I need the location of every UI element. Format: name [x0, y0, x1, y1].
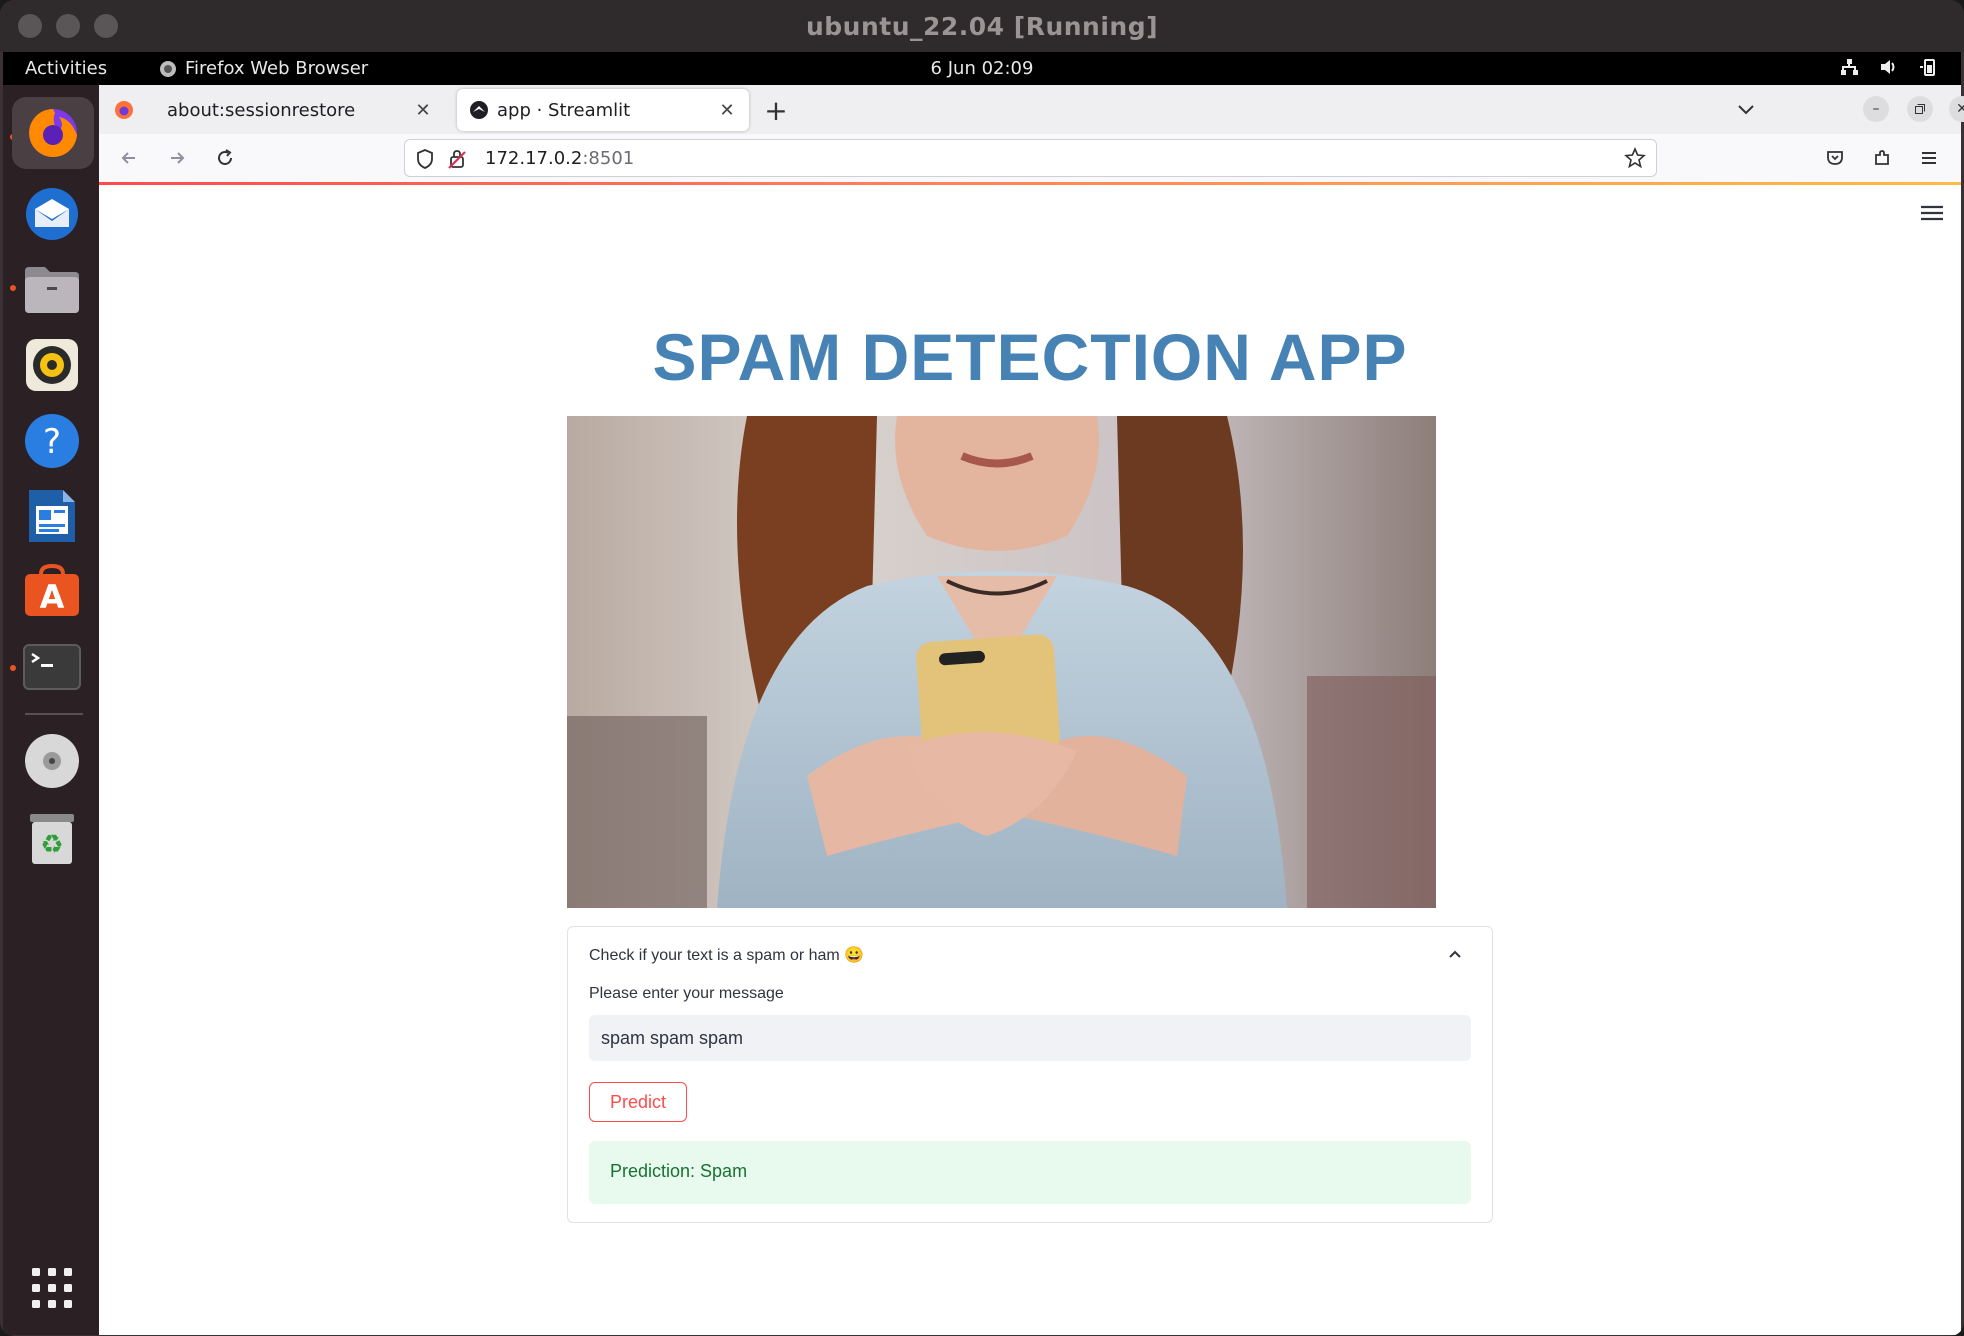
software-icon: A	[25, 564, 79, 616]
minimize-window-button[interactable]	[56, 14, 80, 38]
terminal-icon	[23, 644, 81, 690]
message-input-label: Please enter your message	[589, 985, 784, 1002]
dock: ? A ♻	[3, 85, 99, 1335]
forward-button[interactable]	[161, 142, 193, 174]
thunderbird-icon	[26, 188, 78, 240]
back-button[interactable]	[113, 142, 145, 174]
message-input[interactable]	[589, 1015, 1471, 1061]
close-window-button[interactable]	[18, 14, 42, 38]
dock-help[interactable]: ?	[22, 411, 82, 471]
dock-terminal[interactable]	[22, 637, 82, 697]
close-tab-icon[interactable]: ✕	[409, 100, 437, 121]
dock-trash[interactable]: ♻	[22, 808, 82, 868]
dock-disc[interactable]	[22, 731, 82, 791]
tab-label: app · Streamlit	[497, 99, 631, 121]
app-menu-button[interactable]	[1913, 142, 1945, 174]
back-arrow-icon	[121, 152, 135, 164]
minimize-button[interactable]: –	[1863, 96, 1889, 122]
app-title: SPAM DETECTION APP	[652, 320, 1408, 394]
vm-window: ubuntu_22.04 [Running] Activities Firefo…	[0, 0, 1964, 1336]
zoom-window-button[interactable]	[94, 14, 118, 38]
battery-icon	[1920, 59, 1935, 76]
list-all-tabs-icon[interactable]	[1731, 95, 1761, 125]
dock-thunderbird[interactable]	[22, 184, 82, 244]
svg-text:♻: ♻	[40, 830, 63, 860]
ubuntu-top-bar: Activities Firefox Web Browser 6 Jun 02:…	[3, 52, 1961, 85]
spam-check-expander: Check if your text is a spam or ham 😀 Pl…	[567, 926, 1493, 1223]
dock-files[interactable]	[22, 260, 82, 320]
url-port: :8501	[582, 148, 635, 169]
new-tab-button[interactable]: +	[759, 93, 793, 127]
app-menu[interactable]: Firefox Web Browser	[159, 58, 368, 79]
svg-text:?: ?	[43, 422, 61, 462]
url-host: 172.17.0.2	[485, 148, 583, 169]
dock-software[interactable]: A	[22, 561, 82, 621]
firefox-small-icon	[160, 60, 176, 77]
dock-rhythmbox[interactable]	[22, 335, 82, 395]
tab-label: about:sessionrestore	[167, 99, 356, 121]
files-icon	[25, 267, 79, 313]
writer-icon	[29, 490, 75, 542]
streamlit-favicon-icon	[470, 101, 488, 119]
close-button[interactable]: ✕	[1949, 96, 1964, 122]
system-tray[interactable]	[1839, 57, 1939, 77]
chevron-up-icon[interactable]	[1446, 945, 1464, 963]
app-menu-label: Firefox Web Browser	[185, 58, 369, 79]
help-icon: ?	[25, 414, 79, 468]
pocket-button[interactable]	[1819, 142, 1851, 174]
firefox-window: about:sessionrestore ✕ app · Streamlit ✕…	[99, 85, 1964, 1335]
dock-writer[interactable]	[22, 486, 82, 546]
tab-streamlit[interactable]: app · Streamlit ✕	[457, 89, 749, 131]
disc-icon	[25, 734, 79, 788]
firefox-icon	[29, 109, 77, 157]
maximize-button[interactable]	[1907, 96, 1933, 122]
expander-header[interactable]: Check if your text is a spam or ham 😀	[589, 945, 864, 965]
bookmark-star-icon[interactable]	[1624, 147, 1646, 169]
window-controls	[18, 14, 118, 38]
pocket-icon	[1827, 151, 1843, 165]
predict-button[interactable]: Predict	[589, 1082, 687, 1122]
menu-icon	[1922, 152, 1936, 164]
dock-app-grid[interactable]	[22, 1258, 82, 1318]
prediction-result-text: Prediction: Spam	[610, 1161, 748, 1181]
rhythmbox-icon	[26, 339, 78, 391]
restore-icon	[1915, 104, 1925, 114]
vm-title: ubuntu_22.04 [Running]	[805, 11, 1159, 41]
activities-button[interactable]: Activities	[25, 58, 107, 79]
network-icon	[1841, 59, 1858, 75]
close-tab-icon[interactable]: ✕	[713, 100, 741, 121]
trash-icon: ♻	[30, 814, 74, 864]
tab-bar: about:sessionrestore ✕ app · Streamlit ✕…	[99, 85, 1964, 134]
url-text: 172.17.0.2:8501	[485, 148, 634, 169]
dock-firefox[interactable]	[12, 97, 94, 169]
running-indicator	[10, 285, 16, 291]
prediction-result-box: Prediction: Spam	[589, 1141, 1471, 1204]
puzzle-icon	[1875, 150, 1889, 165]
forward-arrow-icon	[171, 152, 185, 164]
navigation-toolbar: 172.17.0.2:8501	[99, 134, 1961, 182]
svg-text:A: A	[40, 578, 65, 616]
reload-icon	[218, 149, 232, 165]
dock-separator	[25, 713, 83, 715]
reload-button[interactable]	[209, 142, 241, 174]
streamlit-menu-icon[interactable]	[1919, 203, 1945, 223]
insecure-lock-icon[interactable]	[447, 148, 467, 170]
firefox-view-icon[interactable]	[113, 99, 135, 121]
shield-icon[interactable]	[415, 148, 435, 170]
hero-image	[567, 416, 1436, 908]
volume-icon	[1881, 60, 1895, 74]
streamlit-page: SPAM DETECTION APP Check if your text is…	[99, 185, 1961, 1335]
extensions-button[interactable]	[1866, 142, 1898, 174]
vm-titlebar: ubuntu_22.04 [Running]	[0, 0, 1964, 52]
clock[interactable]: 6 Jun 02:09	[931, 58, 1034, 79]
url-bar[interactable]: 172.17.0.2:8501	[404, 139, 1657, 177]
app-grid-icon	[32, 1268, 72, 1308]
tab-sessionrestore[interactable]: about:sessionrestore ✕	[155, 89, 445, 131]
running-indicator	[10, 665, 16, 671]
